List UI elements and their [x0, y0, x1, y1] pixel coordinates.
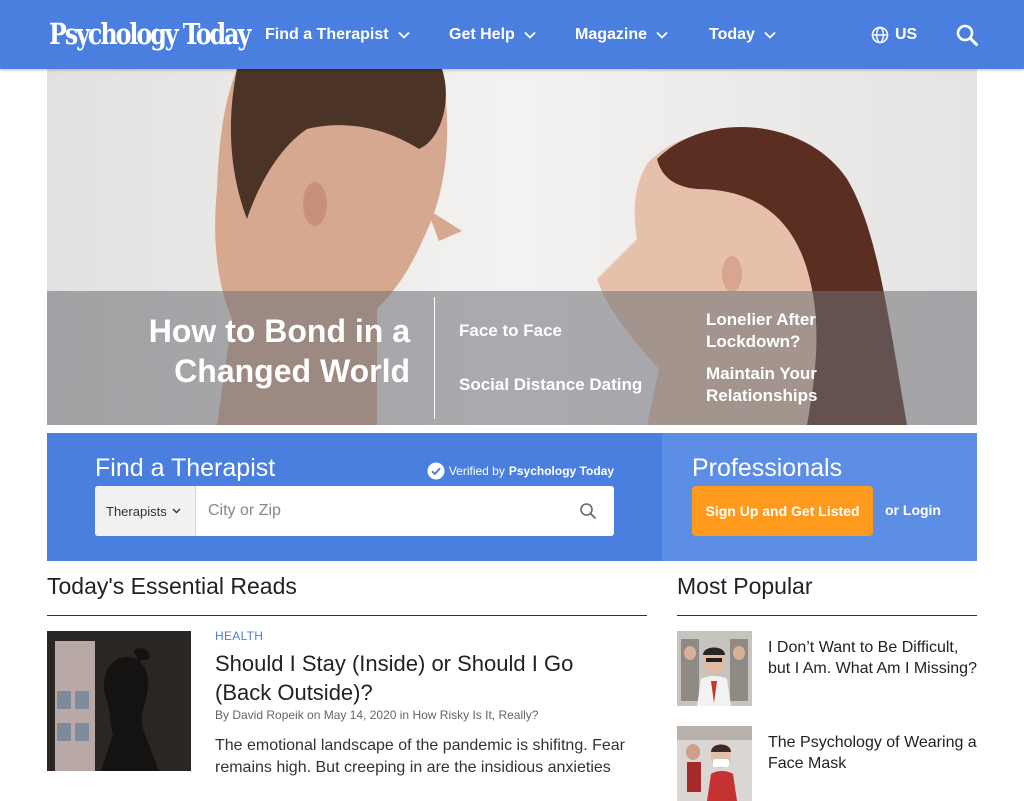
find-therapist-title: Find a Therapist — [95, 454, 276, 482]
verified-check-icon — [427, 462, 445, 480]
article-thumbnail[interactable] — [47, 631, 191, 771]
nav-magazine[interactable]: Magazine — [575, 24, 668, 46]
essential-reads-heading: Today's Essential Reads — [47, 573, 297, 599]
hero-divider — [434, 297, 435, 419]
verified-badge: Verified by Psychology Today — [427, 462, 614, 480]
popular-thumbnail[interactable] — [677, 726, 752, 801]
professionals-panel: Professionals Sign Up and Get Listed or … — [662, 433, 977, 561]
nav-get-help[interactable]: Get Help — [449, 24, 536, 46]
popular-image — [677, 631, 752, 706]
professionals-title: Professionals — [692, 454, 843, 482]
nav-label: Today — [709, 26, 755, 43]
section-divider — [677, 615, 977, 616]
nav-label: Magazine — [575, 26, 648, 43]
hero-title[interactable]: How to Bond in a Changed World — [80, 311, 410, 391]
popular-item[interactable]: The Psychology of Wearing a Face Mask — [677, 726, 977, 801]
provider-type-select[interactable]: Therapists — [95, 486, 196, 536]
chevron-down-icon — [397, 31, 410, 39]
hero-link-social-distance-dating[interactable]: Social Distance Dating — [459, 374, 642, 396]
chevron-down-icon — [172, 508, 181, 514]
nav-today[interactable]: Today — [709, 24, 776, 46]
popular-item[interactable]: I Don’t Want to Be Difficult, but I Am. … — [677, 631, 977, 711]
article-image — [47, 631, 191, 771]
article-byline: By David Ropeik on May 14, 2020 in How R… — [215, 708, 539, 722]
top-navigation-bar: Psychology Today Find a Therapist Get He… — [0, 0, 1024, 69]
most-popular-heading: Most Popular — [677, 573, 813, 599]
article-excerpt: The emotional landscape of the pandemic … — [215, 737, 626, 776]
hero-link-lonelier-after-lockdown[interactable]: Lonelier After Lockdown? — [706, 309, 886, 353]
search-icon[interactable] — [579, 502, 597, 520]
popular-thumbnail[interactable] — [677, 631, 752, 706]
find-therapist-panel: Find a Therapist Verified by Psychology … — [47, 433, 662, 561]
hero-link-face-to-face[interactable]: Face to Face — [459, 320, 562, 342]
provider-type-value: Therapists — [106, 503, 167, 519]
nav-label: Get Help — [449, 26, 515, 43]
region-selector[interactable]: US — [871, 24, 917, 46]
therapist-search-box: Therapists — [95, 486, 614, 536]
hero-banner[interactable]: How to Bond in a Changed World Face to F… — [47, 69, 977, 425]
article-category[interactable]: HEALTH — [215, 629, 263, 643]
sign-up-button[interactable]: Sign Up and Get Listed — [692, 486, 873, 536]
nav-label: Find a Therapist — [265, 26, 389, 43]
globe-icon — [871, 26, 889, 44]
region-label: US — [895, 26, 918, 43]
chevron-down-icon — [656, 31, 668, 39]
chevron-down-icon — [764, 31, 776, 39]
nav-find-a-therapist[interactable]: Find a Therapist — [265, 24, 410, 46]
verified-brand: Psychology Today — [508, 464, 614, 478]
search-icon[interactable] — [955, 23, 979, 47]
article-title[interactable]: Should I Stay (Inside) or Should I Go (B… — [215, 649, 635, 707]
login-link[interactable]: or Login — [885, 502, 941, 518]
section-divider — [47, 615, 647, 616]
chevron-down-icon — [524, 31, 536, 39]
popular-image — [677, 726, 752, 801]
site-logo[interactable]: Psychology Today — [49, 14, 251, 54]
hero-link-maintain-relationships[interactable]: Maintain Your Relationships — [706, 363, 886, 407]
popular-title[interactable]: I Don’t Want to Be Difficult, but I Am. … — [768, 637, 977, 679]
verified-prefix: Verified by — [448, 464, 505, 478]
city-zip-input[interactable] — [196, 486, 566, 536]
